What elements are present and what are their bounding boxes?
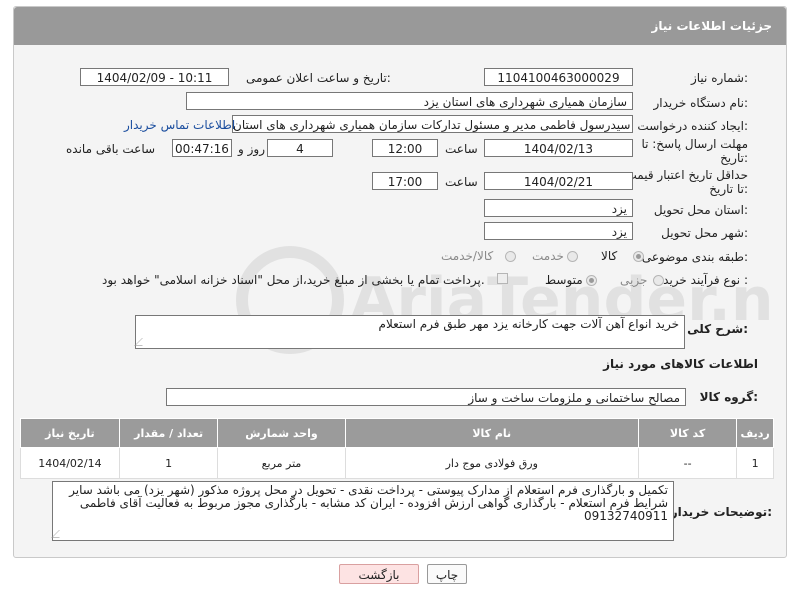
days-field: 4 <box>267 139 333 157</box>
goods-info-title: اطلاعات کالاهای مورد نیاز <box>603 357 758 371</box>
category-label: طبقه بندی موضوعی: <box>641 250 748 264</box>
city-field: یزد <box>484 222 633 240</box>
resize-grip-icon[interactable] <box>51 530 67 538</box>
col-row: ردیف <box>736 418 774 448</box>
category-both-radio[interactable] <box>505 251 516 262</box>
description-text: خرید انواع آهن آلات جهت کارخانه یزد مهر … <box>378 317 679 331</box>
payment-note: پرداخت تمام یا بخشی از مبلغ خرید،از محل … <box>102 273 485 287</box>
category-service-radio[interactable] <box>567 251 578 262</box>
cell-unit: متر مربع <box>217 447 346 479</box>
table-header-row: ردیف کد کالا نام کالا واحد شمارش تعداد /… <box>20 418 774 448</box>
goods-group-label: گروه کالا: <box>699 390 758 404</box>
panel-header: جزئیات اطلاعات نیاز <box>14 7 786 45</box>
announce-field: 1404/02/09 - 10:11 <box>80 68 229 86</box>
process-small-radio[interactable] <box>653 275 664 286</box>
need-number-field: 1104100463000029 <box>484 68 633 86</box>
deadline-time-field: 12:00 <box>372 139 438 157</box>
cell-date: 1404/02/14 <box>20 447 120 479</box>
table-row: 1 -- ورق فولادی موج دار متر مربع 1 1404/… <box>20 447 774 479</box>
process-small-label: جزیی <box>620 273 648 287</box>
category-goods-label: کالا <box>601 249 618 263</box>
cell-qty: 1 <box>118 447 219 479</box>
requester-label: ایجاد کننده درخواست: <box>637 119 748 133</box>
province-field: یزد <box>484 199 633 217</box>
cell-name: ورق فولادی موج دار <box>344 447 639 479</box>
buyer-notes-textarea[interactable]: تکمیل و بارگذاری فرم استعلام از مدارک پی… <box>51 481 674 541</box>
buyer-org-label: نام دستگاه خریدار: <box>653 96 749 110</box>
buyer-contact-link[interactable]: اطلاعات تماس خریدار <box>124 118 235 132</box>
goods-group-field: مصالح ساختمانی و ملزومات ساخت و ساز <box>166 388 686 406</box>
print-button[interactable]: چاپ <box>427 564 467 584</box>
col-date: تاریخ نیاز <box>20 418 120 448</box>
days-label: روز و <box>238 142 265 156</box>
buyer-notes-label: توضیحات خریدار: <box>670 505 772 519</box>
treasury-checkbox[interactable] <box>497 273 508 284</box>
col-unit: واحد شمارش <box>217 418 346 448</box>
resize-grip-icon[interactable] <box>134 338 150 346</box>
price-time-field: 17:00 <box>372 172 438 190</box>
col-qty: تعداد / مقدار <box>118 418 219 448</box>
province-label: استان محل تحویل: <box>653 203 748 217</box>
category-goods-radio[interactable] <box>633 251 644 262</box>
deadline-label: مهلت ارسال پاسخ: تا تاریخ: <box>641 137 748 165</box>
buyer-notes-text: تکمیل و بارگذاری فرم استعلام از مدارک پی… <box>69 483 668 523</box>
process-medium-label: متوسط <box>545 273 583 287</box>
price-validity-label: حداقل تاریخ اعتبار قیمت: تا تاریخ: <box>621 168 748 196</box>
process-medium-radio[interactable] <box>586 275 597 286</box>
panel-title: جزئیات اطلاعات نیاز <box>651 19 772 33</box>
deadline-time-label: ساعت <box>445 142 478 156</box>
price-time-label: ساعت <box>445 175 478 189</box>
col-code: کد کالا <box>637 418 738 448</box>
process-label: نوع فرآیند خرید : <box>663 273 748 287</box>
category-service-label: خدمت <box>532 249 564 263</box>
goods-table: ردیف کد کالا نام کالا واحد شمارش تعداد /… <box>20 418 774 479</box>
cell-code: -- <box>637 447 738 479</box>
deadline-date-field: 1404/02/13 <box>484 139 633 157</box>
col-name: نام کالا <box>344 418 639 448</box>
price-date-field: 1404/02/21 <box>484 172 633 190</box>
cell-row: 1 <box>736 447 774 479</box>
remaining-time-field: 00:47:16 <box>172 139 232 157</box>
description-textarea[interactable]: خرید انواع آهن آلات جهت کارخانه یزد مهر … <box>134 315 685 349</box>
requester-field: سیدرسول فاطمی مدیر و مسئول تدارکات سازما… <box>232 115 633 133</box>
back-button[interactable]: بازگشت <box>339 564 419 584</box>
remaining-label: ساعت باقی مانده <box>66 142 156 156</box>
announce-label: تاریخ و ساعت اعلان عمومی: <box>246 71 391 85</box>
buyer-org-field: سازمان همیاری شهرداری های استان یزد <box>186 92 633 110</box>
need-number-label: شماره نیاز: <box>690 71 748 85</box>
category-both-label: کالا/خدمت <box>441 249 494 263</box>
city-label: شهر محل تحویل: <box>661 226 748 240</box>
